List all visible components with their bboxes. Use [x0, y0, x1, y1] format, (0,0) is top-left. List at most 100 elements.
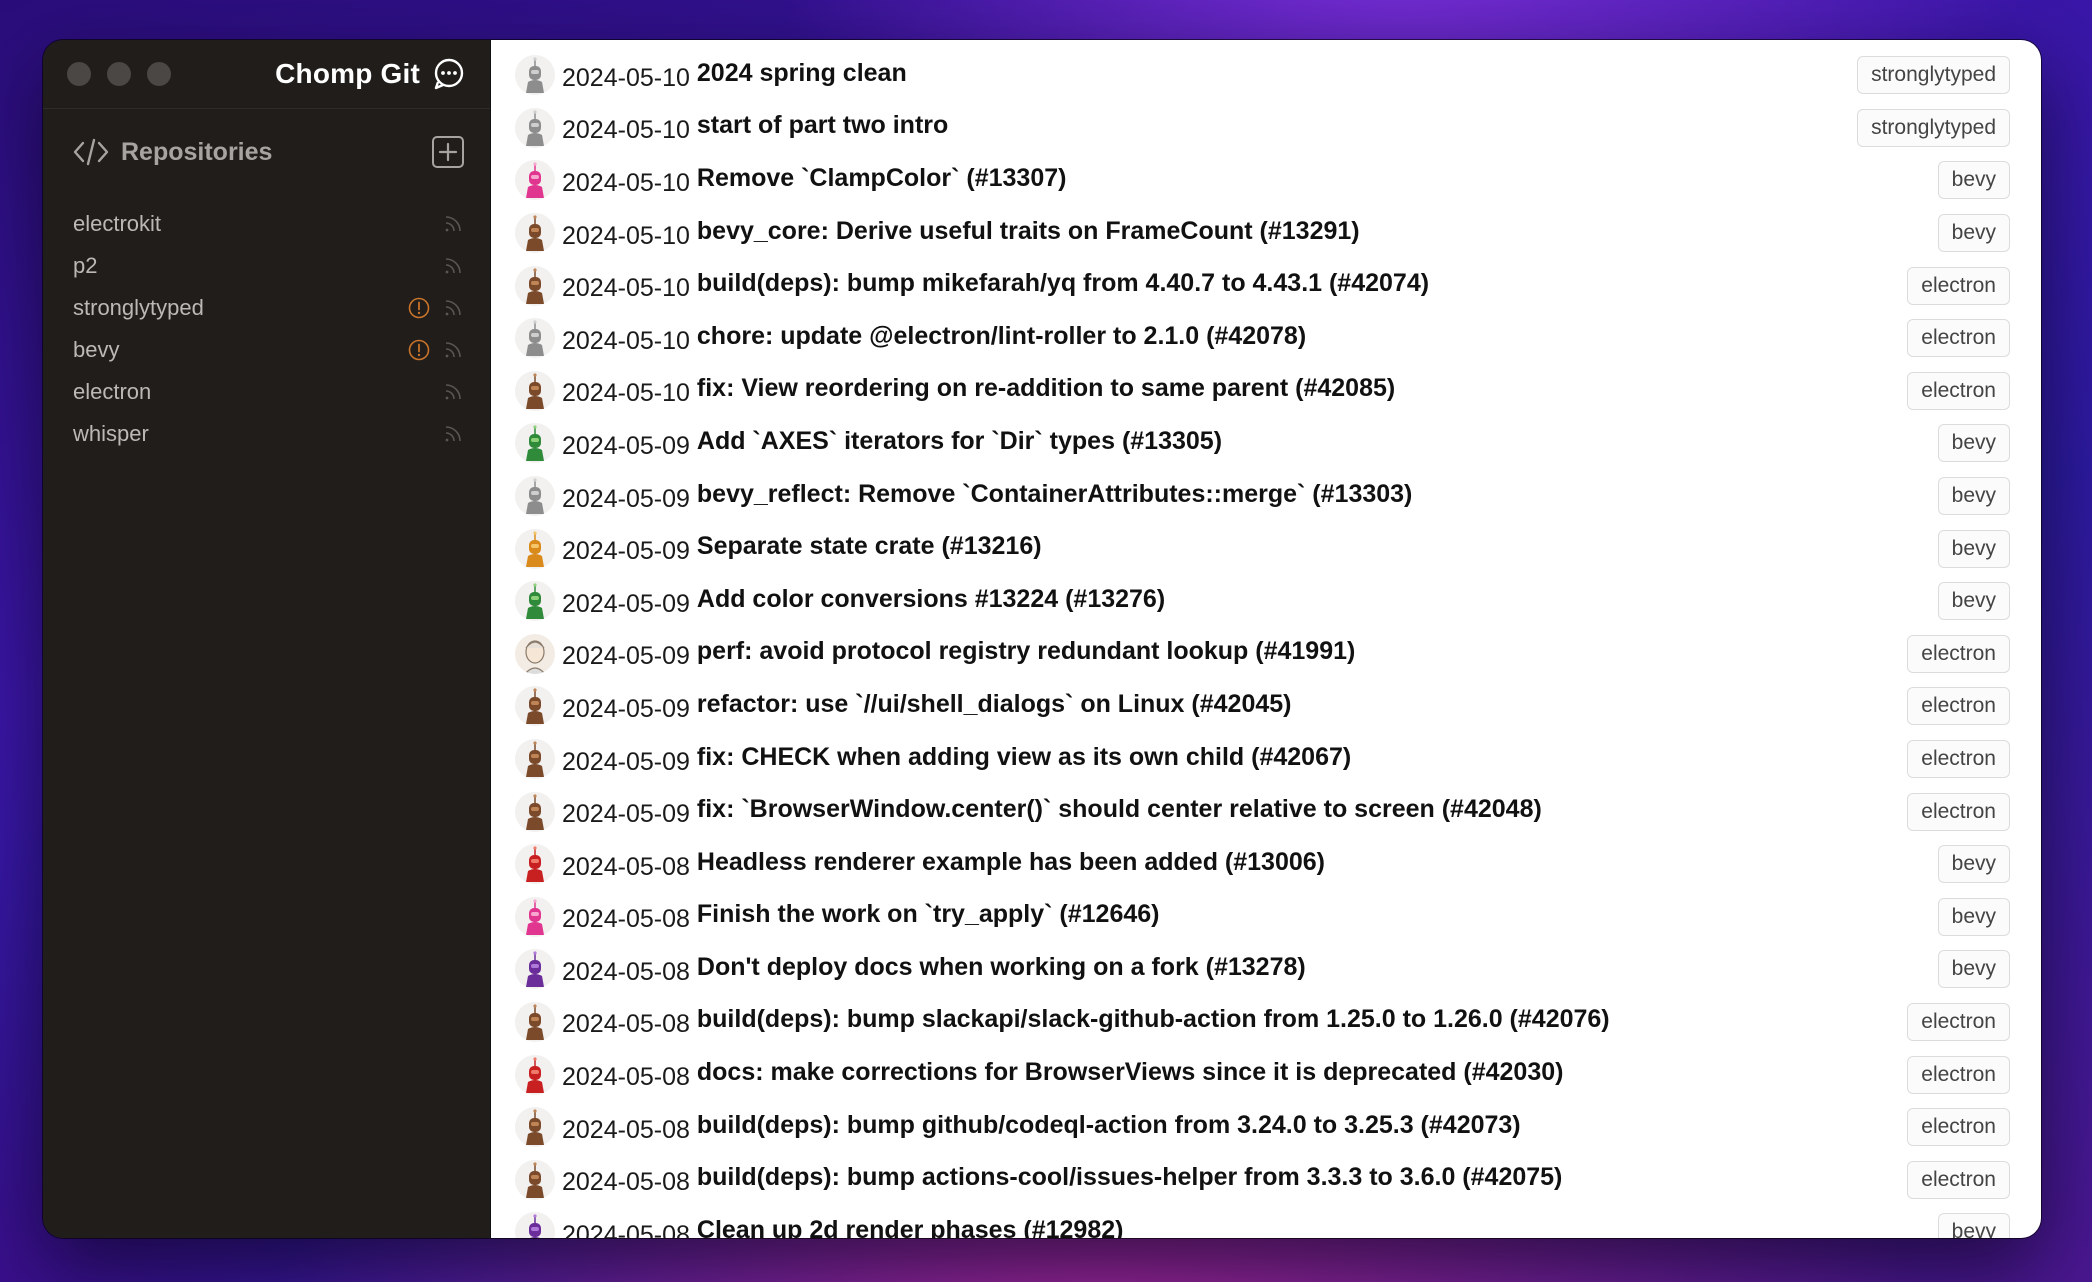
commit-message[interactable]: build(deps): bump slackapi/slack-github-…: [697, 1005, 1907, 1034]
sidebar-item-whisper[interactable]: whisper: [43, 413, 490, 455]
commit-message[interactable]: Add color conversions #13224 (#13276): [697, 585, 1938, 614]
repository-tag[interactable]: electron: [1907, 792, 2010, 831]
commit-row[interactable]: 2024-05-08 Finish the work on `try_apply`…: [491, 891, 2041, 944]
commit-row[interactable]: 2024-05-08 docs: make corrections for Bro…: [491, 1048, 2041, 1101]
commit-row[interactable]: 2024-05-09 bevy_reflect: Remove `Containe…: [491, 470, 2041, 523]
commit-date: 2024-05-08: [562, 905, 690, 934]
sidebar-item-bevy[interactable]: bevy: [43, 329, 490, 371]
commit-message[interactable]: fix: `BrowserWindow.center()` should cen…: [697, 795, 1907, 824]
commit-row[interactable]: 2024-05-08 Clean up 2d render phases (#12…: [491, 1206, 2041, 1238]
commit-message[interactable]: fix: View reordering on re-addition to s…: [697, 374, 1907, 403]
commit-message[interactable]: bevy_core: Derive useful traits on Frame…: [697, 217, 1938, 246]
chat-bubble-icon[interactable]: [432, 57, 466, 91]
robot-brown-avatar-icon: [515, 739, 555, 780]
commit-row[interactable]: 2024-05-08 Don't deploy docs when working…: [491, 943, 2041, 996]
repository-tag[interactable]: electron: [1907, 687, 2010, 726]
commit-date: 2024-05-08: [562, 957, 690, 986]
warning-icon[interactable]: [408, 339, 430, 361]
rss-feed-icon[interactable]: [442, 381, 464, 403]
commit-row[interactable]: 2024-05-08 build(deps): bump slackapi/sla…: [491, 996, 2041, 1049]
repository-tag[interactable]: bevy: [1937, 897, 2010, 936]
sidebar-item-p2[interactable]: p2: [43, 245, 490, 287]
close-window-button[interactable]: [67, 62, 91, 86]
commit-message[interactable]: start of part two intro: [697, 111, 1857, 140]
robot-grey-avatar-icon: [515, 476, 555, 517]
repository-tag[interactable]: bevy: [1937, 424, 2010, 463]
commit-message[interactable]: build(deps): bump github/codeql-action f…: [697, 1111, 1907, 1140]
repository-tag[interactable]: bevy: [1937, 582, 2010, 621]
commit-message[interactable]: chore: update @electron/lint-roller to 2…: [697, 322, 1907, 351]
commit-row[interactable]: 2024-05-09 refactor: use `//ui/shell_dial…: [491, 680, 2041, 733]
repository-tag[interactable]: electron: [1907, 1002, 2010, 1041]
minimize-window-button[interactable]: [107, 62, 131, 86]
commit-date: 2024-05-10: [562, 379, 690, 408]
commit-row[interactable]: 2024-05-09 fix: CHECK when adding view as…: [491, 733, 2041, 786]
commit-date: 2024-05-09: [562, 484, 690, 513]
repository-tag[interactable]: bevy: [1937, 477, 2010, 516]
commit-row[interactable]: 2024-05-09 fix: `BrowserWindow.center()` …: [491, 785, 2041, 838]
warning-icon[interactable]: [408, 297, 430, 319]
repository-name: stronglytyped: [73, 295, 204, 320]
commit-row[interactable]: 2024-05-10 2024 spring clean stronglytyped: [491, 49, 2041, 102]
repository-tag[interactable]: bevy: [1937, 950, 2010, 989]
commit-message[interactable]: 2024 spring clean: [697, 59, 1857, 88]
commit-message[interactable]: Finish the work on `try_apply` (#12646): [697, 900, 1938, 929]
repository-tag[interactable]: bevy: [1937, 529, 2010, 568]
commit-message[interactable]: docs: make corrections for BrowserViews …: [697, 1058, 1907, 1087]
repository-tag[interactable]: electron: [1907, 371, 2010, 410]
commit-message[interactable]: fix: CHECK when adding view as its own c…: [697, 743, 1907, 772]
repository-tag[interactable]: electron: [1907, 634, 2010, 673]
rss-feed-icon[interactable]: [442, 297, 464, 319]
repository-tag[interactable]: electron: [1907, 1108, 2010, 1147]
commit-row[interactable]: 2024-05-10 bevy_core: Derive useful trait…: [491, 207, 2041, 260]
robot-grey-avatar-icon: [515, 107, 555, 148]
commit-message[interactable]: Headless renderer example has been added…: [697, 848, 1938, 877]
commit-message[interactable]: refactor: use `//ui/shell_dialogs` on Li…: [697, 690, 1907, 719]
commit-row[interactable]: 2024-05-09 Add color conversions #13224 (…: [491, 575, 2041, 628]
rss-feed-icon[interactable]: [442, 339, 464, 361]
commit-row[interactable]: 2024-05-10 start of part two intro strongl…: [491, 102, 2041, 155]
robot-grey-avatar-icon: [515, 318, 555, 359]
repository-tag[interactable]: electron: [1907, 1160, 2010, 1199]
commit-message[interactable]: build(deps): bump actions-cool/issues-he…: [697, 1163, 1907, 1192]
commit-row[interactable]: 2024-05-09 Add `AXES` iterators for `Dir`…: [491, 417, 2041, 470]
rss-feed-icon[interactable]: [442, 213, 464, 235]
repository-tag[interactable]: stronglytyped: [1857, 108, 2010, 147]
commit-row[interactable]: 2024-05-08 Headless renderer example has …: [491, 838, 2041, 891]
repository-tag[interactable]: stronglytyped: [1857, 56, 2010, 95]
commit-message[interactable]: bevy_reflect: Remove `ContainerAttribute…: [697, 480, 1938, 509]
commit-row[interactable]: 2024-05-10 Remove `ClampColor` (#13307) be…: [491, 154, 2041, 207]
sidebar-item-electrokit[interactable]: electrokit: [43, 203, 490, 245]
commit-message[interactable]: Add `AXES` iterators for `Dir` types (#1…: [697, 427, 1938, 456]
repository-tag[interactable]: electron: [1907, 1055, 2010, 1094]
repository-tag[interactable]: bevy: [1937, 1213, 2010, 1238]
repository-tag[interactable]: bevy: [1937, 845, 2010, 884]
sidebar-item-stronglytyped[interactable]: stronglytyped: [43, 287, 490, 329]
sidebar-item-electron[interactable]: electron: [43, 371, 490, 413]
commit-date: 2024-05-09: [562, 694, 690, 723]
commit-message[interactable]: Remove `ClampColor` (#13307): [697, 164, 1938, 193]
commit-row[interactable]: 2024-05-10 chore: update @electron/lint-r…: [491, 312, 2041, 365]
repository-tag[interactable]: bevy: [1937, 214, 2010, 253]
repository-tag[interactable]: electron: [1907, 319, 2010, 358]
commit-message[interactable]: Separate state crate (#13216): [697, 532, 1938, 561]
add-repository-button[interactable]: [432, 136, 464, 168]
commit-row[interactable]: 2024-05-08 build(deps): bump github/codeq…: [491, 1101, 2041, 1154]
commit-row[interactable]: 2024-05-10 build(deps): bump mikefarah/yq…: [491, 259, 2041, 312]
commit-row[interactable]: 2024-05-09 perf: avoid protocol registry …: [491, 628, 2041, 681]
commit-row[interactable]: 2024-05-08 build(deps): bump actions-cool…: [491, 1153, 2041, 1206]
commit-row[interactable]: 2024-05-10 fix: View reordering on re-add…: [491, 365, 2041, 418]
commit-message[interactable]: perf: avoid protocol registry redundant …: [697, 637, 1907, 666]
commit-message[interactable]: Clean up 2d render phases (#12982): [697, 1216, 1938, 1238]
rss-feed-icon[interactable]: [442, 423, 464, 445]
commit-date: 2024-05-09: [562, 642, 690, 671]
repository-tag[interactable]: electron: [1907, 266, 2010, 305]
commit-message[interactable]: build(deps): bump mikefarah/yq from 4.40…: [697, 269, 1907, 298]
commit-message[interactable]: Don't deploy docs when working on a fork…: [697, 953, 1938, 982]
repository-tag[interactable]: electron: [1907, 740, 2010, 779]
zoom-window-button[interactable]: [147, 62, 171, 86]
repository-tag[interactable]: bevy: [1937, 161, 2010, 200]
rss-feed-icon[interactable]: [442, 255, 464, 277]
commit-row[interactable]: 2024-05-09 Separate state crate (#13216) b…: [491, 522, 2041, 575]
commit-date: 2024-05-08: [562, 1115, 690, 1144]
